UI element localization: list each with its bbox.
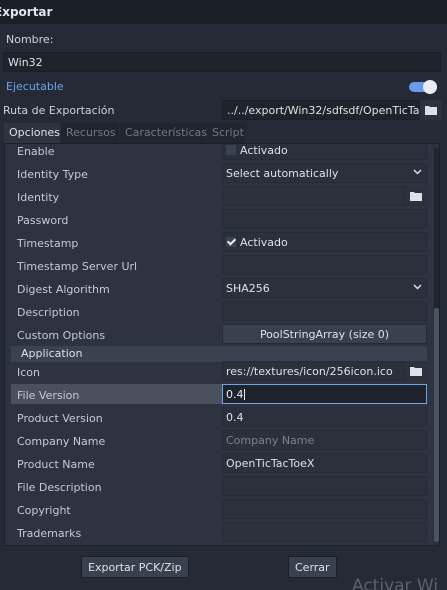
company-name-label: Company Name: [17, 435, 106, 448]
copyright-label: Copyright: [17, 504, 71, 517]
identity-input[interactable]: [222, 186, 405, 206]
password-input[interactable]: [222, 209, 427, 229]
icon-label: Icon: [17, 366, 40, 379]
enable-label: Enable: [17, 145, 55, 158]
text-caret: [243, 389, 245, 400]
tab-options[interactable]: Opciones: [4, 123, 60, 143]
window-title: Exportar: [0, 5, 53, 19]
file-description-label: File Description: [17, 481, 102, 494]
tab-features[interactable]: Características: [120, 123, 207, 143]
custom-options-label: Custom Options: [17, 329, 106, 342]
activation-watermark: Activar Wi: [352, 576, 439, 590]
identity-type-label: Identity Type: [17, 168, 88, 181]
product-version-label: Product Version: [17, 412, 103, 425]
product-version-input[interactable]: 0.4: [222, 407, 427, 427]
runnable-toggle[interactable]: [409, 80, 437, 94]
chevron-down-icon: [413, 169, 422, 175]
tab-script[interactable]: Script: [207, 123, 245, 143]
timestamp-label: Timestamp: [17, 237, 79, 250]
folder-icon: [425, 106, 437, 115]
chevron-down-icon: [413, 284, 422, 290]
identity-browse-button[interactable]: [405, 186, 427, 206]
digest-algorithm-label: Digest Algorithm: [17, 283, 110, 296]
tab-resources[interactable]: Recursos: [61, 123, 119, 143]
icon-browse-button[interactable]: [405, 361, 427, 381]
password-label: Password: [17, 214, 69, 227]
description-label: Description: [17, 306, 80, 319]
runnable-label: Ejecutable: [6, 80, 64, 93]
options-panel[interactable]: Enable Activado Identity Type Select aut…: [4, 143, 440, 546]
trademarks-input[interactable]: [222, 522, 427, 542]
copyright-input[interactable]: [222, 499, 427, 519]
file-version-label: File Version: [17, 389, 80, 402]
timestamp-server-url-input[interactable]: [222, 255, 427, 275]
window-titlebar[interactable]: Exportar: [0, 0, 447, 24]
icon-input[interactable]: res://textures/icon/256icon.ico: [222, 361, 405, 381]
timestamp-checkbox[interactable]: Activado: [222, 232, 427, 252]
folder-icon: [410, 192, 422, 201]
product-name-input[interactable]: OpenTicTacToeX: [222, 453, 427, 473]
close-button[interactable]: Cerrar: [288, 556, 337, 578]
file-description-input[interactable]: [222, 476, 427, 496]
export-path-label: Ruta de Exportación: [3, 104, 115, 117]
export-path-input[interactable]: ../../export/Win32/sdfsdf/OpenTicTacT: [222, 100, 420, 120]
description-input[interactable]: [222, 301, 427, 321]
identity-type-select[interactable]: Select automatically: [222, 163, 427, 183]
timestamp-server-url-label: Timestamp Server Url: [17, 260, 138, 273]
enable-checkbox[interactable]: Activado: [222, 144, 427, 160]
folder-icon: [410, 367, 422, 376]
toggle-knob: [423, 80, 437, 94]
checkbox-icon: [226, 145, 236, 155]
digest-algorithm-select[interactable]: SHA256: [222, 278, 427, 298]
custom-options-button[interactable]: PoolStringArray (size 0): [222, 324, 427, 344]
checkbox-checked-icon: [226, 237, 236, 247]
product-name-label: Product Name: [17, 458, 95, 471]
export-path-browse-button[interactable]: [420, 100, 442, 120]
export-pck-zip-button[interactable]: Exportar PCK/Zip: [81, 556, 189, 578]
name-label: Nombre:: [6, 33, 54, 46]
company-name-input[interactable]: Company Name: [222, 430, 427, 450]
trademarks-label: Trademarks: [17, 527, 82, 540]
options-scrollbar-thumb[interactable]: [434, 308, 439, 542]
application-section-header[interactable]: Application: [11, 346, 427, 362]
name-input[interactable]: Win32: [3, 52, 441, 72]
identity-label: Identity: [17, 191, 60, 204]
file-version-input[interactable]: 0.4: [222, 384, 427, 404]
